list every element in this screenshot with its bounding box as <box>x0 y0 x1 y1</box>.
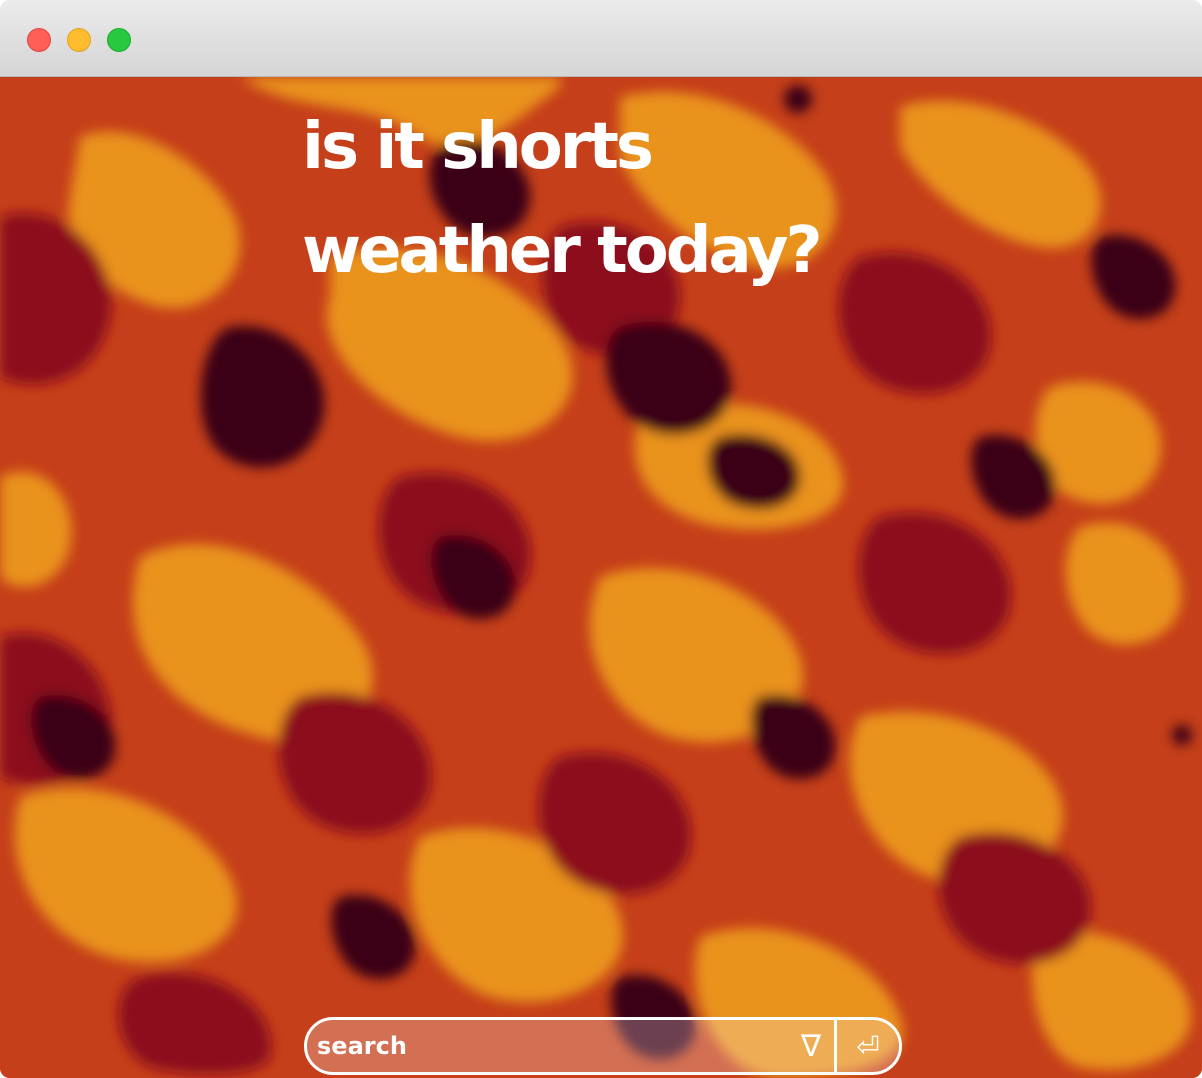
window-titlebar <box>0 0 1202 77</box>
page-content: is it shorts weather today? ∇ ⏎ <box>0 77 1202 1078</box>
browser-window: is it shorts weather today? ∇ ⏎ <box>0 0 1202 1078</box>
page-title: is it shorts weather today? <box>302 95 1002 303</box>
dropdown-nabla-icon[interactable]: ∇ <box>788 1020 834 1072</box>
close-button[interactable] <box>27 28 51 52</box>
search-input[interactable] <box>307 1020 788 1072</box>
title-line-2: weather today? <box>302 214 823 288</box>
enter-icon[interactable]: ⏎ <box>837 1020 899 1072</box>
search-bar: ∇ ⏎ <box>304 1017 902 1075</box>
title-line-1: is it shorts <box>302 110 654 184</box>
minimize-button[interactable] <box>67 28 91 52</box>
maximize-button[interactable] <box>107 28 131 52</box>
